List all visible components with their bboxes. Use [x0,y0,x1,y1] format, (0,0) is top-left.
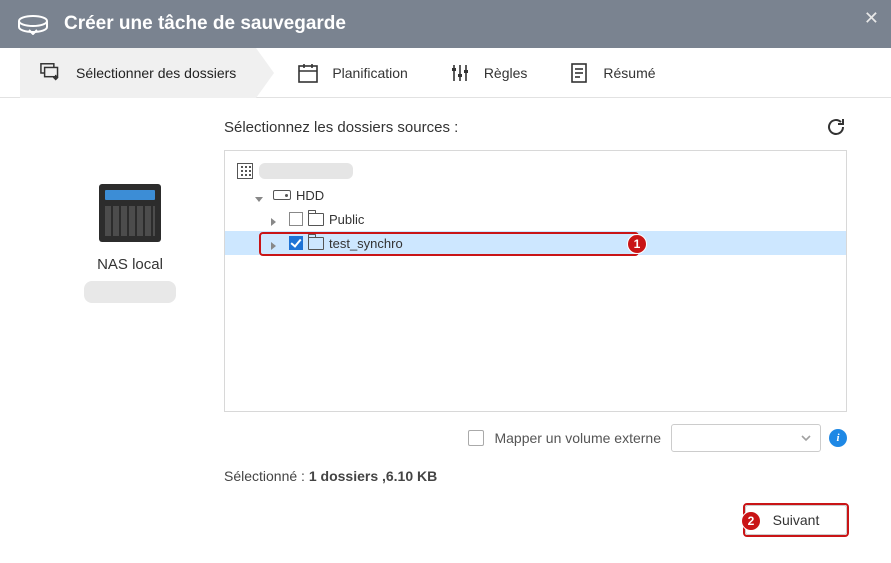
next-button[interactable]: Suivant [745,505,847,535]
nas-device-icon [99,184,161,242]
refresh-icon[interactable] [825,116,847,138]
expander-icon[interactable] [255,190,265,200]
wizard-stepbar: Sélectionner des dossiers Planification … [0,48,891,98]
next-button-label: Suivant [773,512,820,528]
expander-icon[interactable] [271,238,281,248]
step-schedule[interactable]: Planification [256,48,428,98]
titlebar: Créer une tâche de sauvegarde ✕ [0,0,891,48]
step-summary[interactable]: Résumé [547,48,675,98]
expander-icon[interactable] [271,214,281,224]
calendar-icon [296,61,320,85]
tree-label: HDD [296,188,324,203]
hdd-icon [273,190,291,200]
checkbox[interactable] [289,236,303,250]
tree-node-public[interactable]: Public [225,207,846,231]
folder-stack-icon [40,61,64,85]
step-label: Règles [484,65,528,81]
document-icon [567,61,591,85]
tree-node-hdd[interactable]: HDD [225,183,846,207]
checkbox[interactable] [289,212,303,226]
panel-title: Sélectionnez les dossiers sources : [224,119,458,136]
folder-tree[interactable]: HDD Public test_synchro 1 [224,150,847,412]
root-name-redacted [259,163,353,179]
tree-label: Public [329,212,364,227]
step-label: Résumé [603,65,655,81]
device-name: NAS local [50,256,210,273]
tree-label: test_synchro [329,236,403,251]
folder-icon [308,213,324,226]
close-icon[interactable]: ✕ [864,8,879,29]
window-title: Créer une tâche de sauvegarde [64,13,346,35]
source-device-panel: NAS local [50,184,210,303]
map-volume-row: Mapper un volume externe i [224,424,847,452]
sliders-icon [448,61,472,85]
map-volume-label: Mapper un volume externe [494,430,661,446]
folder-selection-panel: Sélectionnez les dossiers sources : HDD [224,116,847,484]
selection-summary: Sélectionné : 1 dossiers ,6.10 KB [224,468,847,484]
map-volume-checkbox[interactable] [468,430,484,446]
step-rules[interactable]: Règles [428,48,548,98]
server-icon [237,163,253,179]
tree-root[interactable] [225,159,846,183]
step-select-folders[interactable]: Sélectionner des dossiers [20,48,256,98]
info-icon[interactable]: i [829,429,847,447]
tree-node-test-synchro[interactable]: test_synchro [225,231,846,255]
backup-icon [16,12,50,36]
step-label: Sélectionner des dossiers [76,65,236,81]
step-label: Planification [332,65,408,81]
selection-value: 1 dossiers ,6.10 KB [309,468,437,484]
folder-icon [308,237,324,250]
selection-prefix: Sélectionné : [224,468,309,484]
wizard-body: NAS local Sélectionnez les dossiers sour… [0,98,891,563]
external-volume-select[interactable] [671,424,821,452]
device-address-redacted [84,281,176,303]
